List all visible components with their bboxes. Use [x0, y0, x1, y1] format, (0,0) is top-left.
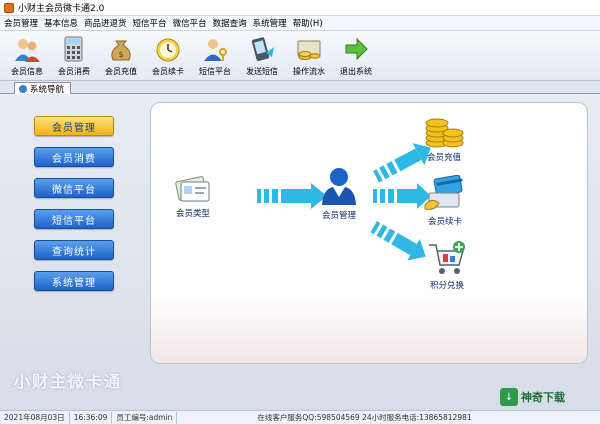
tool-member-info[interactable]: 会员信息: [4, 31, 50, 79]
tool-label: 会员消费: [58, 67, 90, 76]
navigation-panel: 会员类型 会员管理 会员充值 会员续卡 积分兑换: [150, 102, 588, 364]
arrow-segment: [264, 189, 269, 203]
node-recharge[interactable]: 会员充值: [423, 109, 465, 163]
brand-text: 神奇下载: [521, 391, 565, 404]
tool-renew[interactable]: 会员续卡: [145, 31, 191, 79]
coins-icon: [294, 34, 324, 64]
title-bar: 小财主会员微卡通2.0: [0, 0, 600, 16]
node-label: 会员类型: [175, 209, 210, 219]
status-date: 2021年08月03日: [0, 411, 70, 424]
menu-basic-info[interactable]: 基本信息: [44, 17, 78, 29]
arrow-segment: [397, 189, 417, 203]
tool-label: 退出系统: [340, 67, 372, 76]
member-card-icon: [175, 176, 210, 202]
menu-query[interactable]: 数据查询: [213, 17, 247, 29]
node-member-type[interactable]: 会员类型: [173, 173, 213, 219]
tool-label: 发送短信: [246, 67, 278, 76]
shopping-cart-icon: [429, 241, 465, 274]
menu-member[interactable]: 会员管理: [4, 17, 38, 29]
nav-member-consume[interactable]: 会员消费: [34, 147, 114, 167]
user-icon: [19, 85, 27, 93]
money-bag-icon: $: [106, 34, 136, 64]
brand-badge-icon: ↓: [500, 388, 518, 406]
arrow-segment: [373, 189, 377, 203]
menu-sms[interactable]: 短信平台: [133, 17, 167, 29]
nav-query-stats[interactable]: 查询统计: [34, 240, 114, 260]
tool-label: 会员信息: [11, 67, 43, 76]
calculator-icon: [59, 34, 89, 64]
tool-log[interactable]: 操作流水: [286, 31, 332, 79]
tool-exit[interactable]: 退出系统: [333, 31, 379, 79]
status-time: 16:36:09: [70, 411, 113, 424]
nav-member-manage[interactable]: 会员管理: [34, 116, 114, 136]
toolbar: 会员信息 会员消费 $ 会员充值 会员续卡 短信平台 发送短信 操作流水 退出系…: [0, 31, 600, 81]
menu-bar: 会员管理 基本信息 商品进退货 短信平台 微信平台 数据查询 系统管理 帮助(H…: [0, 16, 600, 31]
node-label: 会员管理: [321, 211, 356, 221]
tool-label: 操作流水: [293, 67, 325, 76]
tool-send-sms[interactable]: 发送短信: [239, 31, 285, 79]
tool-consume[interactable]: 会员消费: [51, 31, 97, 79]
coin-stack-icon: [425, 118, 464, 148]
brand-logo: ↓ 神奇下载: [500, 386, 596, 408]
status-employee: 员工编号:admin: [112, 411, 178, 424]
node-label: 积分兑换: [429, 281, 464, 291]
tool-label: 短信平台: [199, 67, 231, 76]
arrow-segment: [257, 189, 261, 203]
menu-system[interactable]: 系统管理: [253, 17, 287, 29]
tool-label: 会员续卡: [152, 67, 184, 76]
member-user-icon: [322, 168, 356, 205]
arrow-segment: [388, 189, 394, 203]
node-member-manage[interactable]: 会员管理: [319, 165, 359, 221]
node-label: 会员续卡: [427, 217, 462, 227]
exit-arrow-icon: [341, 34, 371, 64]
content-area: 会员管理 会员消费 微信平台 短信平台 查询统计 系统管理 会员类型 会员管理 …: [0, 94, 600, 410]
svg-text:$: $: [118, 50, 123, 59]
flow-arrows: [257, 143, 431, 261]
clock-icon: [153, 34, 183, 64]
arrow-segment: [386, 161, 398, 176]
menu-wechat[interactable]: 微信平台: [173, 17, 207, 29]
members-icon: [12, 34, 42, 64]
nav-sms[interactable]: 短信平台: [34, 209, 114, 229]
tab-strip: 系统导航: [0, 81, 600, 95]
card-swipe-icon: [424, 175, 463, 210]
phone-icon: [247, 34, 277, 64]
app-logo-icon: [4, 2, 14, 13]
left-nav: 会员管理 会员消费 微信平台 短信平台 查询统计 系统管理: [28, 116, 116, 302]
tool-label: 会员充值: [105, 67, 137, 76]
node-exchange[interactable]: 积分兑换: [427, 239, 467, 291]
tool-sms-platform[interactable]: 短信平台: [192, 31, 238, 79]
watermark-text: 小财主微卡通: [14, 372, 123, 391]
status-bar: 2021年08月03日 16:36:09 员工编号:admin 在线客户服务QQ…: [0, 410, 600, 424]
menu-help[interactable]: 帮助(H): [293, 17, 323, 29]
window-title: 小财主会员微卡通2.0: [18, 4, 105, 14]
arrow-segment: [281, 189, 311, 203]
arrow-segment: [272, 189, 278, 203]
tool-recharge[interactable]: $ 会员充值: [98, 31, 144, 79]
menu-goods[interactable]: 商品进退货: [84, 17, 127, 29]
node-label: 会员充值: [426, 153, 461, 163]
nav-system-manage[interactable]: 系统管理: [34, 271, 114, 291]
node-renew[interactable]: 会员续卡: [423, 175, 467, 227]
user-key-icon: [200, 34, 230, 64]
status-service: 在线客户服务QQ:598504569 24小时服务电话:13865812981: [257, 413, 472, 422]
nav-wechat[interactable]: 微信平台: [34, 178, 114, 198]
arrow-segment: [380, 189, 385, 203]
